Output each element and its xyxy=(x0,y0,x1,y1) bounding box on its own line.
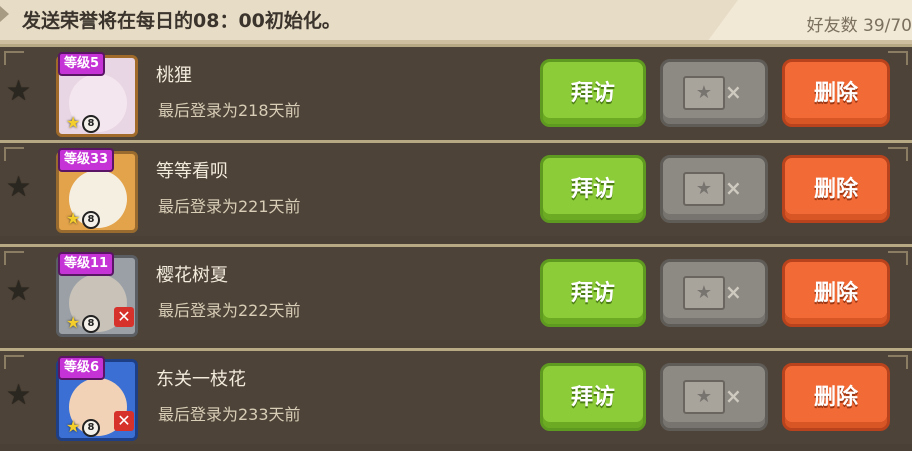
honor-star-icon[interactable]: ★ xyxy=(6,77,31,105)
send-honor-button[interactable]: ★ × xyxy=(660,155,768,223)
delete-button[interactable]: 删除 xyxy=(782,363,890,431)
corner-ornament xyxy=(4,51,24,65)
friend-row: ★ 等级11 ★ 8 ✕ 樱花树夏 最后登录为222天前 拜访 ★ × 删除 xyxy=(0,244,912,340)
friend-count: 好友数 39/70 xyxy=(806,16,912,36)
friend-row: ★ 等级33 ★ 8 等等看呗 最后登录为221天前 拜访 ★ × 删除 xyxy=(0,140,912,236)
friend-name: 等等看呗 xyxy=(156,161,228,182)
rank-star-icon: ★ xyxy=(66,209,81,228)
corner-ornament xyxy=(888,355,908,369)
gift-count-x: × xyxy=(725,384,742,408)
rank-badge: 8 xyxy=(82,315,100,333)
offline-x-icon: ✕ xyxy=(114,411,134,431)
gift-count-x: × xyxy=(725,280,742,304)
notice-text: 发送荣誉将在每日的08：00初始化。 xyxy=(22,10,341,32)
friend-row: ★ 等级5 ★ 8 桃狸 最后登录为218天前 拜访 ★ × 删除 xyxy=(0,44,912,140)
corner-ornament xyxy=(888,51,908,65)
gift-count-x: × xyxy=(725,176,742,200)
gift-count-x: × xyxy=(725,80,742,104)
rank-badge: 8 xyxy=(82,419,100,437)
honor-star-icon[interactable]: ★ xyxy=(6,173,31,201)
rank-badge: 8 xyxy=(82,211,100,229)
friend-name: 东关一枝花 xyxy=(156,369,246,390)
honor-star-icon[interactable]: ★ xyxy=(6,277,31,305)
arrow-icon xyxy=(0,6,9,22)
rank-badge: 8 xyxy=(82,115,100,133)
last-login-text: 最后登录为218天前 xyxy=(158,101,301,120)
rank-star-icon: ★ xyxy=(66,417,81,436)
last-login-text: 最后登录为221天前 xyxy=(158,197,301,216)
send-honor-button[interactable]: ★ × xyxy=(660,59,768,127)
friend-row: ★ 等级6 ★ 8 ✕ 东关一枝花 最后登录为233天前 拜访 ★ × 删除 xyxy=(0,348,912,444)
level-badge: 等级11 xyxy=(58,252,115,276)
visit-button[interactable]: 拜访 xyxy=(540,155,646,223)
level-badge: 等级5 xyxy=(58,52,106,76)
friend-name: 桃狸 xyxy=(156,65,192,86)
friend-name: 樱花树夏 xyxy=(156,265,228,286)
corner-ornament xyxy=(4,355,24,369)
level-badge: 等级6 xyxy=(58,356,106,380)
visit-button[interactable]: 拜访 xyxy=(540,59,646,127)
delete-button[interactable]: 删除 xyxy=(782,259,890,327)
header-bar: 发送荣誉将在每日的08：00初始化。 好友数 39/70 xyxy=(0,0,912,44)
delete-button[interactable]: 删除 xyxy=(782,59,890,127)
level-badge: 等级33 xyxy=(58,148,115,172)
delete-button[interactable]: 删除 xyxy=(782,155,890,223)
send-honor-button[interactable]: ★ × xyxy=(660,363,768,431)
gift-icon: ★ xyxy=(683,76,725,110)
offline-x-icon: ✕ xyxy=(114,307,134,327)
rank-star-icon: ★ xyxy=(66,313,81,332)
visit-button[interactable]: 拜访 xyxy=(540,259,646,327)
gift-icon: ★ xyxy=(683,380,725,414)
last-login-text: 最后登录为233天前 xyxy=(158,405,301,424)
send-honor-button[interactable]: ★ × xyxy=(660,259,768,327)
rank-star-icon: ★ xyxy=(66,113,81,132)
corner-ornament xyxy=(4,147,24,161)
corner-ornament xyxy=(888,251,908,265)
visit-button[interactable]: 拜访 xyxy=(540,363,646,431)
honor-star-icon[interactable]: ★ xyxy=(6,381,31,409)
corner-ornament xyxy=(4,251,24,265)
corner-ornament xyxy=(888,147,908,161)
gift-icon: ★ xyxy=(683,172,725,206)
gift-icon: ★ xyxy=(683,276,725,310)
last-login-text: 最后登录为222天前 xyxy=(158,301,301,320)
